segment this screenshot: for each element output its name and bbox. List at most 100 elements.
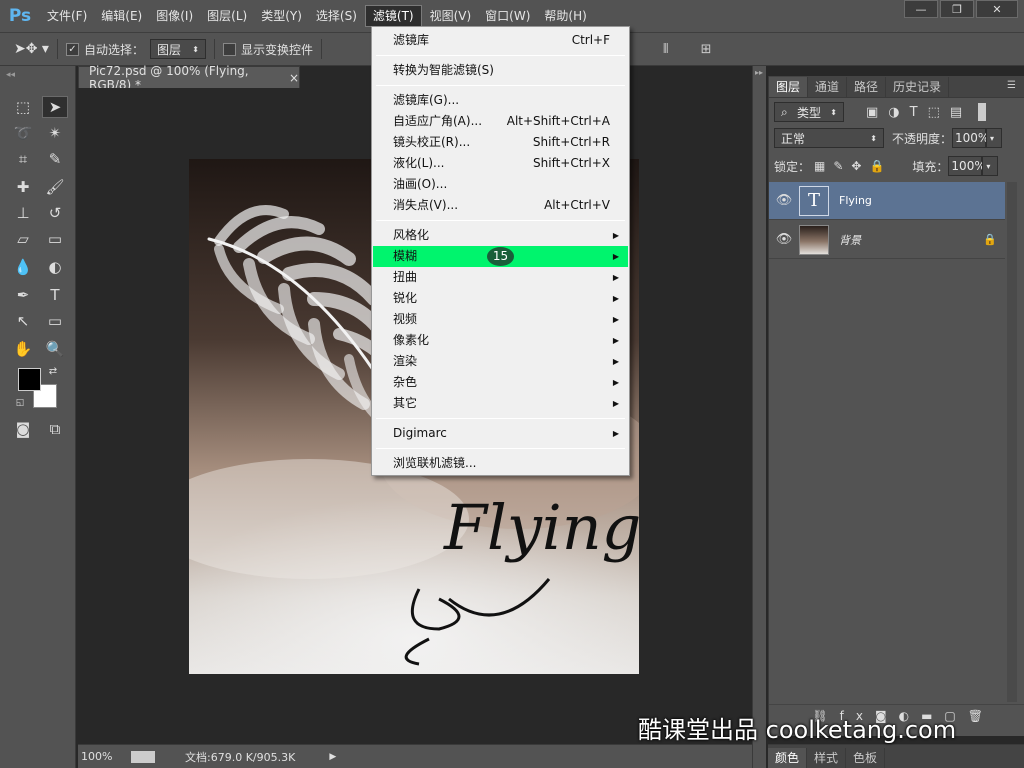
menu-separator	[376, 55, 625, 56]
marquee-tool-icon[interactable]: ⬚	[10, 96, 36, 118]
menu-item-digimarc[interactable]: Digimarc ▶	[373, 423, 628, 444]
eye-icon[interactable]: 👁	[769, 193, 799, 208]
type-tool-icon[interactable]: T	[42, 284, 68, 306]
menu-file[interactable]: 文件(F)	[40, 0, 94, 32]
menu-item-browse-filters-online[interactable]: 浏览联机滤镜...	[373, 453, 628, 474]
layer-filter-dropdown[interactable]: ⌕ 类型 ⬍	[774, 102, 844, 122]
default-colors-icon[interactable]: ◱	[13, 396, 27, 410]
menu-item-label: 液化(L)...	[393, 156, 445, 170]
gradient-tool-icon[interactable]: ▭	[42, 228, 68, 250]
color-panel-tabs: 颜色 样式 色板	[768, 744, 1024, 768]
menu-item-shortcut: Ctrl+F	[571, 33, 610, 47]
shape-tool-icon[interactable]: ▭	[42, 310, 68, 332]
menu-item-sharpen[interactable]: 锐化 ▶	[373, 288, 628, 309]
filter-icons[interactable]: ▣◑T⬚▤	[866, 105, 972, 120]
menu-item-adaptive-wide-angle[interactable]: 自适应广角(A)... Alt+Shift+Ctrl+A	[373, 111, 628, 132]
crop-tool-icon[interactable]: ⌗	[10, 148, 36, 170]
submenu-arrow-icon: ▶	[612, 231, 619, 240]
auto-select-label: 自动选择：	[83, 42, 144, 57]
menu-item-oil-paint[interactable]: 油画(O)...	[373, 174, 628, 195]
submenu-arrow-icon: ▶	[612, 357, 619, 366]
menu-item-label: 其它	[393, 396, 418, 410]
opacity-input[interactable]: 100%	[952, 128, 989, 148]
menu-filter[interactable]: 滤镜(T)	[364, 5, 422, 27]
status-arrow-icon[interactable]: ▶	[329, 752, 336, 762]
menu-item-other[interactable]: 其它 ▶	[373, 393, 628, 414]
text-layer-thumbnail-icon: T	[799, 185, 829, 216]
menu-item-blur[interactable]: 模糊 15 ▶	[373, 246, 628, 267]
layer-filter-value: 类型	[797, 105, 822, 120]
menu-type[interactable]: 类型(Y)	[254, 0, 309, 32]
menu-item-vanishing-point[interactable]: 消失点(V)... Alt+Ctrl+V	[373, 195, 628, 216]
blend-mode-dropdown[interactable]: 正常 ⬍	[774, 128, 884, 148]
move-tool-icon[interactable]: ➤✥ ▾	[14, 41, 49, 57]
close-tab-icon[interactable]: ×	[289, 71, 299, 85]
zoom-tool-icon[interactable]: 🔍	[42, 338, 68, 360]
show-transform-checkbox[interactable]	[222, 42, 236, 56]
menu-item-render[interactable]: 渲染 ▶	[373, 351, 628, 372]
dodge-tool-icon[interactable]: ◐	[42, 256, 68, 278]
foreground-color-swatch[interactable]	[18, 368, 41, 391]
layers-scrollbar[interactable]	[1007, 182, 1017, 702]
eyedropper-tool-icon[interactable]: ✎	[42, 148, 68, 170]
menu-item-filter-gallery-last[interactable]: 滤镜库 Ctrl+F	[373, 30, 628, 51]
menu-item-video[interactable]: 视频 ▶	[373, 309, 628, 330]
zoom-level[interactable]: 100%	[81, 750, 131, 763]
layer-row-background[interactable]: 👁 背景 🔒	[769, 221, 1005, 259]
menu-item-filter-gallery[interactable]: 滤镜库(G)...	[373, 90, 628, 111]
tab-swatches[interactable]: 色板	[846, 748, 886, 768]
path-select-tool-icon[interactable]: ↖	[10, 310, 36, 332]
swap-colors-icon[interactable]: ⇄	[46, 364, 60, 378]
menu-layer[interactable]: 图层(L)	[200, 0, 254, 32]
hand-tool-icon[interactable]: ✋	[10, 338, 36, 360]
tab-color[interactable]: 颜色	[768, 748, 808, 768]
auto-select-checkbox[interactable]: ✓	[65, 42, 79, 56]
pen-tool-icon[interactable]: ✒	[10, 284, 36, 306]
close-button[interactable]: ✕	[976, 0, 1018, 18]
tab-layers[interactable]: 图层	[769, 77, 809, 97]
filter-menu: 滤镜库 Ctrl+F 转换为智能滤镜(S) 滤镜库(G)... 自适应广角(A)…	[371, 26, 630, 476]
tab-styles[interactable]: 样式	[807, 748, 847, 768]
magic-wand-tool-icon[interactable]: ✴	[42, 122, 68, 144]
lock-icons[interactable]: ▦✎✥🔒	[814, 159, 892, 173]
tab-history[interactable]: 历史记录	[886, 77, 950, 97]
menu-item-lens-correction[interactable]: 镜头校正(R)... Shift+Ctrl+R	[373, 132, 628, 153]
layer-dropdown[interactable]: 图层 ⬍	[149, 39, 206, 59]
screen-mode-icon[interactable]: ⧉	[42, 418, 68, 440]
document-tab[interactable]: Pic72.psd @ 100% (Flying, RGB/8) * ×	[78, 64, 300, 92]
menu-item-pixelate[interactable]: 像素化 ▶	[373, 330, 628, 351]
menu-item-stylize[interactable]: 风格化 ▶	[373, 225, 628, 246]
fill-dropdown-icon[interactable]: ▾	[982, 156, 999, 176]
panel-menu-icon[interactable]: ☰	[1007, 80, 1016, 91]
restore-button[interactable]: ❐	[940, 0, 974, 18]
opacity-dropdown-icon[interactable]: ▾	[986, 128, 1003, 148]
expand-panels-icon[interactable]: ▸▸	[755, 68, 763, 77]
align-icons[interactable]: ⊟ ⫴ ⊞	[620, 42, 726, 57]
healing-brush-tool-icon[interactable]: ✚	[10, 176, 36, 198]
tab-paths[interactable]: 路径	[847, 77, 887, 97]
move-tool-icon[interactable]: ➤	[42, 96, 68, 118]
eraser-tool-icon[interactable]: ▱	[10, 228, 36, 250]
menu-edit[interactable]: 编辑(E)	[94, 0, 149, 32]
history-brush-tool-icon[interactable]: ↺	[42, 202, 68, 224]
menu-select[interactable]: 选择(S)	[309, 0, 364, 32]
eye-icon[interactable]: 👁	[769, 232, 799, 247]
menu-item-liquify[interactable]: 液化(L)... Shift+Ctrl+X	[373, 153, 628, 174]
layer-row-flying[interactable]: 👁 T Flying	[769, 182, 1005, 220]
blur-tool-icon[interactable]: 💧	[10, 256, 36, 278]
stamp-tool-icon[interactable]: ⊥	[10, 202, 36, 224]
lasso-tool-icon[interactable]: ➰	[10, 122, 36, 144]
status-icon	[131, 750, 155, 763]
menu-item-noise[interactable]: 杂色 ▶	[373, 372, 628, 393]
brush-tool-icon[interactable]: 🖌	[42, 176, 68, 198]
quick-mask-icon[interactable]: ◙	[10, 418, 36, 440]
menu-item-distort[interactable]: 扭曲 ▶	[373, 267, 628, 288]
filter-toggle[interactable]	[978, 103, 987, 121]
tab-channels[interactable]: 通道	[808, 77, 848, 97]
menu-image[interactable]: 图像(I)	[149, 0, 200, 32]
minimize-button[interactable]: —	[904, 0, 938, 18]
menu-item-label: 消失点(V)...	[393, 198, 459, 212]
menu-item-convert-smart-filter[interactable]: 转换为智能滤镜(S)	[373, 60, 628, 81]
fill-input[interactable]: 100%	[948, 156, 986, 176]
menu-item-shortcut: Alt+Ctrl+V	[544, 198, 610, 212]
